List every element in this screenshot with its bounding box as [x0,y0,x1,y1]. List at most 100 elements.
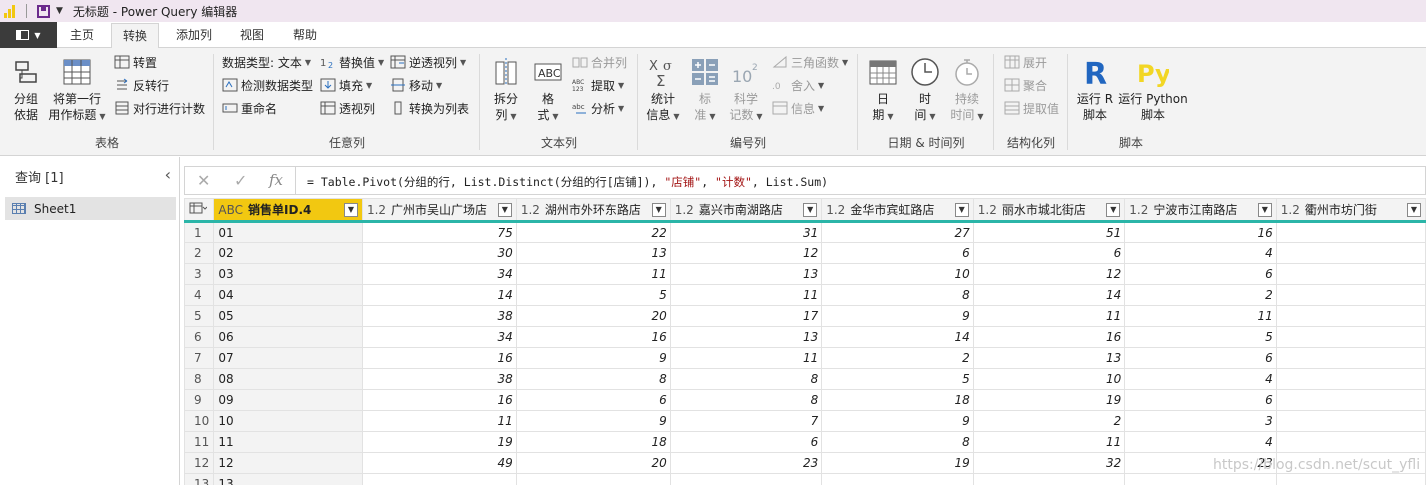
pivot-column-button[interactable]: 透视列 [320,98,375,118]
table-cell[interactable] [1275,242,1426,264]
column-filter-dropdown-icon[interactable]: ▼ [651,203,666,217]
table-cell[interactable] [1275,221,1426,243]
table-cell[interactable]: 32 [972,452,1126,474]
move-button[interactable]: 移动 ▼ [390,75,442,95]
unpivot-columns-button[interactable]: 逆透视列 ▼ [390,52,466,72]
rename-button[interactable]: 重命名 [222,98,277,118]
file-menu-button[interactable]: ▼ [0,22,57,48]
sales-id-cell[interactable]: 04 [213,284,363,306]
row-number[interactable]: 1 [184,221,215,243]
table-cell[interactable]: 22 [515,221,671,243]
select-all-table-icon[interactable] [184,198,215,223]
row-number[interactable]: 11 [184,431,215,453]
merge-columns-button[interactable]: 合并列 [572,52,627,72]
column-header-store[interactable]: 1.2 金华市宾虹路店 ▼ [821,198,974,223]
table-cell[interactable] [361,473,517,485]
aggregate-button[interactable]: 聚合 [1004,75,1047,95]
table-cell[interactable]: 8 [515,368,671,390]
column-header-store[interactable]: 1.2 湖州市外环东路店 ▼ [515,198,671,223]
table-cell[interactable]: 11 [1124,305,1277,327]
table-cell[interactable]: 18 [821,389,974,411]
sales-id-cell[interactable]: 10 [213,410,363,432]
table-cell[interactable]: 31 [669,221,823,243]
table-cell[interactable]: 11 [972,431,1126,453]
table-cell[interactable]: 19 [972,389,1126,411]
table-cell[interactable]: 12 [669,242,823,264]
insert-function-icon[interactable]: fx [269,171,283,189]
table-cell[interactable]: 9 [515,410,671,432]
column-filter-dropdown-icon[interactable]: ▼ [343,203,358,217]
table-cell[interactable] [1275,284,1426,306]
table-cell[interactable]: 11 [669,284,823,306]
table-cell[interactable]: 5 [1124,326,1277,348]
table-cell[interactable] [1275,389,1426,411]
sales-id-cell[interactable]: 09 [213,389,363,411]
table-cell[interactable]: 10 [972,368,1126,390]
table-cell[interactable]: 11 [515,263,671,285]
table-cell[interactable]: 20 [515,452,671,474]
table-cell[interactable]: 23 [669,452,823,474]
extract-button[interactable]: ABC 123 提取 ▼ [572,75,624,95]
table-cell[interactable] [1275,305,1426,327]
tab-help[interactable]: 帮助 [282,22,328,48]
table-cell[interactable]: 16 [361,389,517,411]
table-cell[interactable] [669,473,823,485]
sales-id-cell[interactable]: 05 [213,305,363,327]
confirm-formula-icon[interactable]: ✓ [234,171,247,190]
row-number[interactable]: 5 [184,305,215,327]
table-cell[interactable] [1275,473,1426,485]
table-cell[interactable]: 9 [821,410,974,432]
table-cell[interactable]: 2 [821,347,974,369]
table-cell[interactable]: 2 [972,410,1126,432]
column-header-store[interactable]: 1.2 嘉兴市南湖路店 ▼ [669,198,823,223]
save-icon[interactable] [37,4,50,18]
row-number[interactable]: 12 [184,452,215,474]
table-cell[interactable]: 10 [821,263,974,285]
query-item[interactable]: Sheet1 [5,197,176,220]
use-first-row-as-headers-button[interactable]: 将第一行 用作标题 ▼ [46,56,108,125]
table-cell[interactable]: 34 [361,263,517,285]
table-cell[interactable]: 20 [515,305,671,327]
table-cell[interactable]: 16 [1124,221,1277,243]
table-cell[interactable]: 49 [361,452,517,474]
table-cell[interactable]: 16 [515,326,671,348]
table-cell[interactable] [515,473,671,485]
table-cell[interactable]: 16 [361,347,517,369]
format-button[interactable]: ABC 格 式 ▼ [530,56,566,125]
formula-input[interactable]: = Table.Pivot(分组的行, List.Distinct(分组的行[店… [307,174,828,190]
rounding-button[interactable]: .0 舍入 ▼ [772,75,824,95]
split-column-button[interactable]: 拆分 列 ▼ [488,56,524,125]
row-number[interactable]: 2 [184,242,215,264]
table-cell[interactable]: 13 [669,326,823,348]
table-cell[interactable]: 8 [669,389,823,411]
row-number[interactable]: 9 [184,389,215,411]
statistics-button[interactable]: XσΣ 统计 信息 ▼ [644,56,682,125]
table-cell[interactable]: 14 [361,284,517,306]
table-cell[interactable]: 12 [972,263,1126,285]
table-cell[interactable]: 5 [515,284,671,306]
column-filter-dropdown-icon[interactable]: ▼ [497,203,512,217]
sales-id-cell[interactable]: 12 [213,452,363,474]
table-cell[interactable] [1275,326,1426,348]
table-cell[interactable]: 16 [972,326,1126,348]
table-cell[interactable]: 6 [972,242,1126,264]
table-cell[interactable] [1275,263,1426,285]
tab-home[interactable]: 主页 [60,22,104,48]
table-cell[interactable] [1275,431,1426,453]
column-header-store[interactable]: 1.2 广州市吴山广场店 ▼ [361,198,517,223]
fill-button[interactable]: 填充 ▼ [320,75,372,95]
tab-add-column[interactable]: 添加列 [166,22,222,48]
table-cell[interactable]: 4 [1124,368,1277,390]
quick-access-dropdown-icon[interactable]: ▼ [56,6,63,16]
table-cell[interactable]: 3 [1124,410,1277,432]
table-cell[interactable]: 6 [515,389,671,411]
table-cell[interactable]: 75 [361,221,517,243]
row-number[interactable]: 3 [184,263,215,285]
table-cell[interactable]: 4 [1124,242,1277,264]
table-cell[interactable]: 6 [669,431,823,453]
transpose-button[interactable]: 转置 [114,52,157,72]
scientific-button[interactable]: 10 2 科学 记数 ▼ [726,56,766,125]
table-cell[interactable] [821,473,974,485]
column-filter-dropdown-icon[interactable]: ▼ [954,203,969,217]
replace-values-button[interactable]: 12 替换值 ▼ [320,52,384,72]
